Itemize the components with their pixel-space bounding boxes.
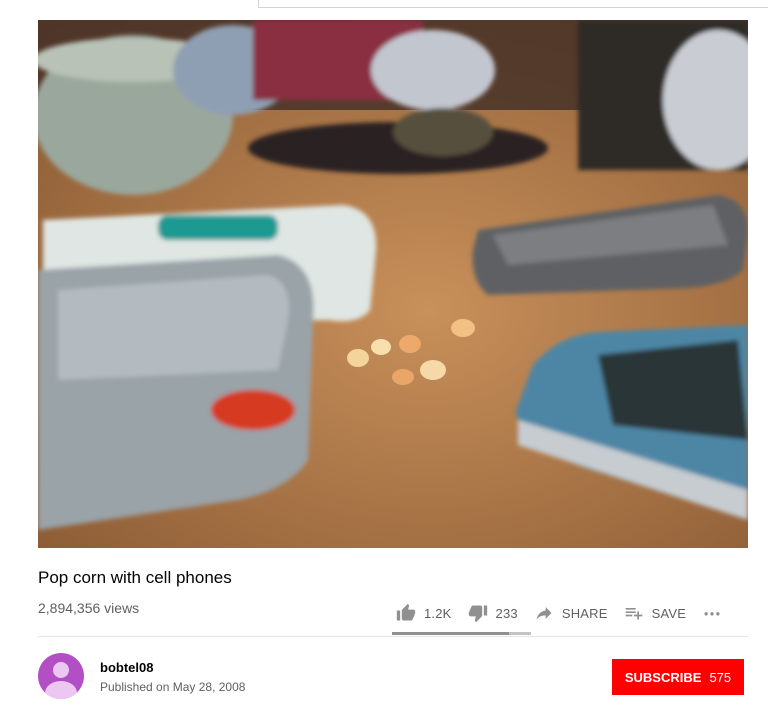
- top-bar: [0, 0, 768, 20]
- channel-avatar[interactable]: [38, 653, 84, 699]
- divider: [38, 636, 748, 637]
- save-label: SAVE: [651, 605, 687, 621]
- default-avatar-icon: [45, 662, 77, 699]
- sentiment-bar-fill: [392, 632, 509, 635]
- thumb-down-icon: [468, 605, 487, 623]
- playlist-add-icon: [625, 608, 642, 620]
- video-frame: [38, 20, 748, 548]
- video-player[interactable]: [38, 20, 748, 548]
- channel-name[interactable]: bobtel08: [100, 660, 153, 675]
- subscribe-label: SUBSCRIBE: [624, 669, 702, 685]
- share-button[interactable]: SHARE: [534, 603, 608, 623]
- share-icon: [536, 607, 552, 620]
- video-title: Pop corn with cell phones: [38, 568, 232, 587]
- dislike-count: 233: [495, 605, 518, 621]
- video-actions: 1.2K 233 SHARE SAVE: [396, 601, 746, 625]
- more-actions-button[interactable]: [702, 603, 730, 623]
- sentiment-bar: [392, 632, 531, 635]
- view-count: 2,894,356 views: [38, 600, 140, 616]
- dislike-button[interactable]: 233: [468, 603, 518, 623]
- more-icon: [704, 612, 720, 616]
- thumb-up-icon: [396, 603, 416, 621]
- like-count: 1.2K: [424, 605, 452, 621]
- save-button[interactable]: SAVE: [624, 603, 687, 623]
- share-label: SHARE: [561, 605, 608, 621]
- like-button[interactable]: 1.2K: [396, 603, 452, 623]
- search-box-edge[interactable]: [258, 0, 768, 8]
- subscribe-button[interactable]: SUBSCRIBE 575: [612, 659, 744, 695]
- publish-date: Published on May 28, 2008: [100, 680, 246, 694]
- subscriber-count: 575: [709, 669, 732, 685]
